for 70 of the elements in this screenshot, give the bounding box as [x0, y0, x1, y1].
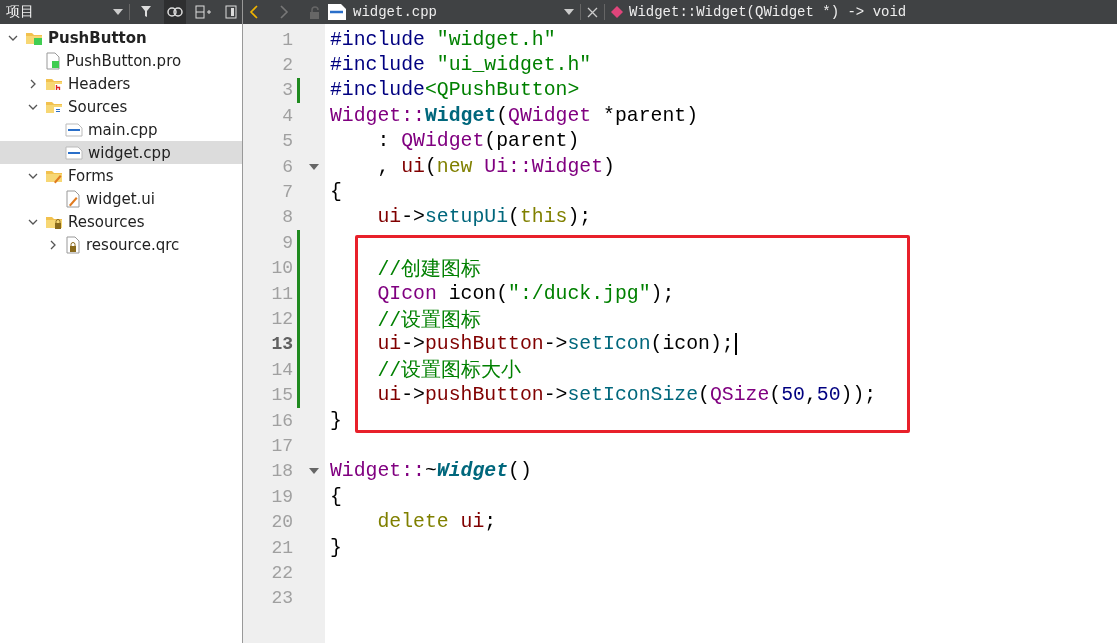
dropdown-caret-icon[interactable]: [113, 9, 123, 15]
code-line: ui->pushButton->setIcon(icon);: [330, 333, 737, 356]
chevron-icon[interactable]: [48, 239, 58, 250]
code-line: #include "ui_widget.h": [330, 54, 592, 77]
code-line: {: [330, 485, 342, 508]
code-line: }: [330, 536, 342, 559]
line-number: 19: [270, 486, 293, 507]
chevron-icon[interactable]: [28, 78, 38, 89]
line-number: 13: [270, 334, 293, 355]
fold-arrow-icon[interactable]: [309, 163, 319, 170]
line-number: 11: [270, 283, 293, 304]
diamond-icon: [611, 6, 623, 18]
tree-item[interactable]: PushButton.pro: [0, 49, 242, 72]
code-line: #include "widget.h": [330, 28, 556, 51]
line-number: 7: [281, 182, 293, 203]
line-number: 23: [270, 588, 293, 609]
symbol-selector[interactable]: Widget::Widget(QWidget *) -> void: [629, 4, 907, 20]
tree-item[interactable]: Forms: [0, 164, 242, 187]
line-number: 20: [270, 512, 293, 533]
file-name[interactable]: widget.cpp: [353, 4, 558, 20]
code-line: }: [330, 409, 342, 432]
fold-arrow-icon[interactable]: [309, 468, 319, 475]
code-line: //设置图标: [376, 308, 482, 333]
file-icon: [45, 51, 61, 70]
code-line: {: [330, 181, 342, 204]
line-number: 5: [281, 131, 293, 152]
code-line: Widget::~Widget(): [330, 460, 532, 483]
code-line: : QWidget(parent): [376, 130, 580, 153]
line-number: 3: [281, 80, 293, 101]
line-number: 21: [270, 537, 293, 558]
close-icon[interactable]: [587, 6, 598, 18]
file-icon: [65, 145, 83, 160]
line-number: 16: [270, 410, 293, 431]
code-line: //设置图标大小: [376, 358, 522, 384]
line-number: 9: [281, 232, 293, 253]
line-number: 4: [281, 105, 293, 126]
line-number: 14: [270, 359, 293, 380]
tree-item[interactable]: widget.cpp: [0, 141, 242, 164]
line-number: 15: [270, 385, 293, 406]
tree-item[interactable]: widget.ui: [0, 187, 242, 210]
code-line: ui->pushButton->setIconSize(QSize(50,50));: [376, 384, 877, 407]
code-line: #include<QPushButton>: [330, 79, 580, 102]
file-lock-icon: [65, 235, 81, 254]
code-line: delete ui;: [376, 511, 497, 534]
line-number: 18: [270, 461, 293, 482]
code-line: Widget::Widget(QWidget *parent): [330, 104, 699, 127]
code-line: ui->setupUi(this);: [376, 206, 592, 229]
line-number: 17: [270, 435, 293, 456]
line-number: 2: [281, 55, 293, 76]
panel-title: 项目: [6, 3, 35, 21]
line-number: 1: [281, 29, 293, 50]
file-pencil-icon: [65, 189, 81, 208]
link-icon[interactable]: [164, 0, 186, 24]
tree-item[interactable]: main.cpp: [0, 118, 242, 141]
tree-item[interactable]: Resources: [0, 210, 242, 233]
line-number: 12: [270, 309, 293, 329]
tree-item[interactable]: Headers: [0, 72, 242, 95]
line-number: 8: [281, 207, 293, 228]
dropdown-caret-icon[interactable]: [564, 9, 574, 15]
line-number: 10: [270, 258, 293, 279]
code-line: QIcon icon(":/duck.jpg");: [376, 282, 675, 305]
file-icon: [65, 122, 83, 137]
line-number: 6: [281, 156, 293, 177]
line-number: 22: [270, 562, 293, 583]
tree-item[interactable]: Sources: [0, 95, 242, 118]
file-icon: [327, 3, 347, 21]
code-line: //创建图标: [376, 257, 482, 282]
code-line: , ui(new Ui::Widget): [376, 155, 615, 178]
tree-item[interactable]: resource.qrc: [0, 233, 242, 256]
tree-item[interactable]: PushButton: [0, 26, 242, 49]
